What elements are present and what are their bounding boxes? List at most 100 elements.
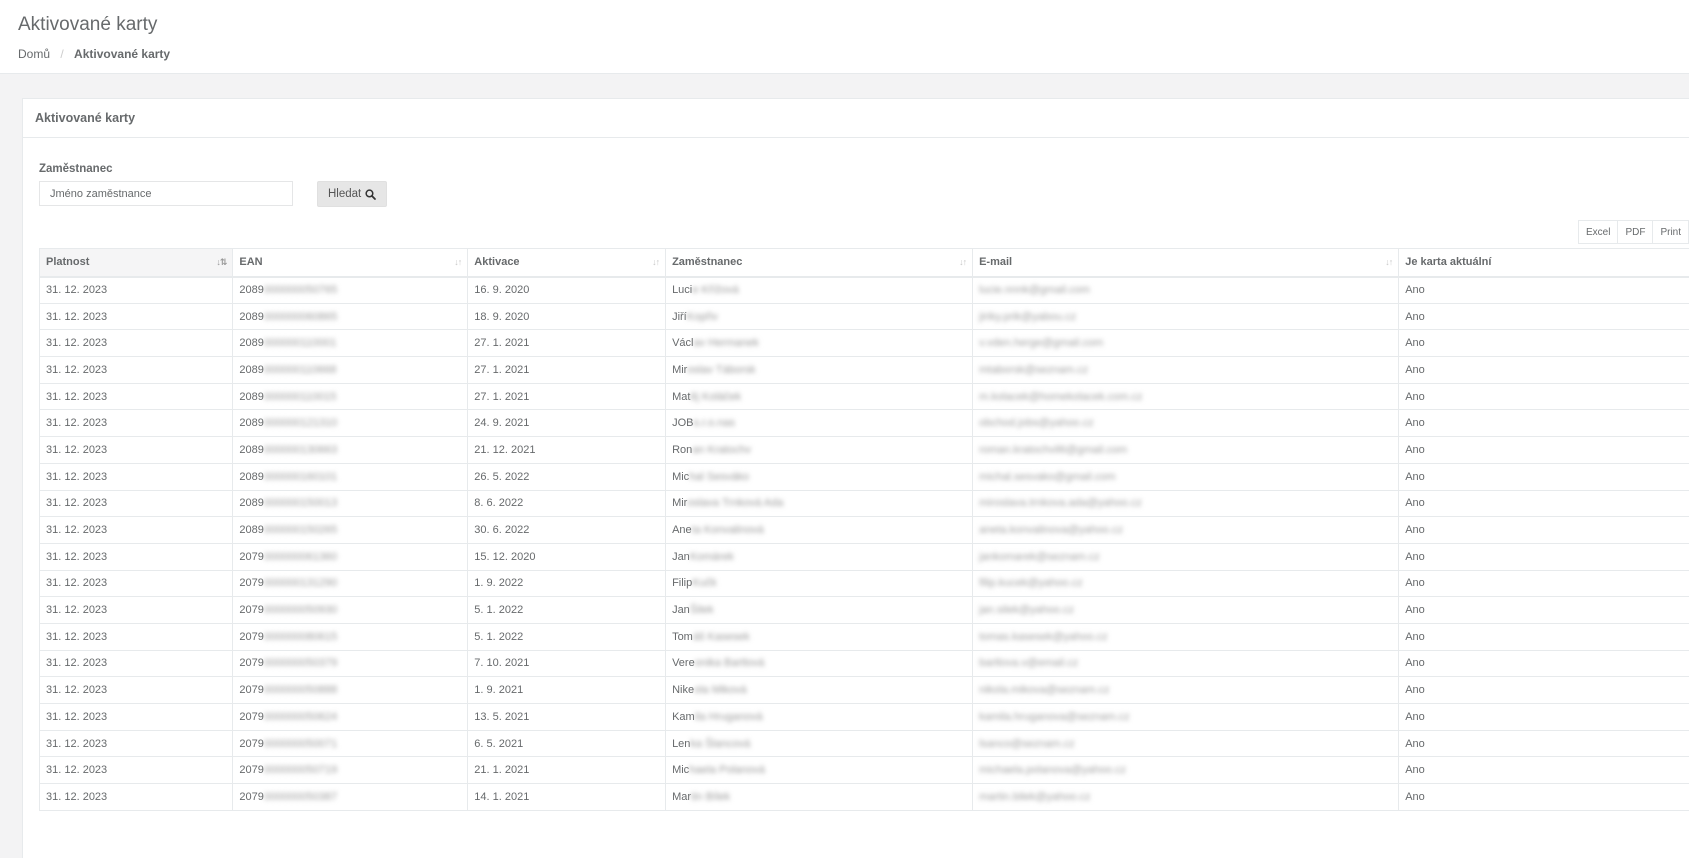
cell-zamestnanec: Miroslav Táborsk bbox=[666, 357, 973, 384]
table-row: 31. 12. 2023208900000016010126. 5. 2022M… bbox=[40, 463, 1689, 490]
cell-platnost: 31. 12. 2023 bbox=[40, 623, 233, 650]
table-row: 31. 12. 202320890000001500138. 6. 2022Mi… bbox=[40, 490, 1689, 517]
cell-email: michaela.polanova@yahoo.cz bbox=[973, 757, 1399, 784]
name-redacted: oslav Táborsk bbox=[687, 364, 755, 376]
ean-redacted: 000000050930 bbox=[264, 604, 337, 616]
table-row: 31. 12. 2023207900000005062413. 5. 2021K… bbox=[40, 704, 1689, 731]
cell-aktualni: Ano bbox=[1399, 303, 1689, 330]
name-visible: Jan bbox=[672, 604, 690, 616]
cell-platnost: 31. 12. 2023 bbox=[40, 677, 233, 704]
cell-ean: 2079000000050930 bbox=[233, 597, 468, 624]
table-row: 31. 12. 2023208900000005076516. 9. 2020L… bbox=[40, 277, 1689, 304]
cell-ean: 2089000000110668 bbox=[233, 357, 468, 384]
name-visible: Mat bbox=[672, 391, 690, 403]
column-header-zamestnanec[interactable]: Zaměstnanec↓↑ bbox=[666, 249, 973, 277]
print-button[interactable]: Print bbox=[1652, 220, 1689, 244]
sort-icon: ↓↑ bbox=[454, 257, 461, 267]
cell-email: martin.bilek@yahoo.cz bbox=[973, 784, 1399, 811]
email-redacted: nikola.mikova@seznam.cz bbox=[979, 684, 1109, 696]
cell-zamestnanec: Michaela Polanová bbox=[666, 757, 973, 784]
ean-redacted: 000000110015 bbox=[264, 391, 337, 403]
name-redacted: áš Kasesek bbox=[693, 631, 750, 643]
cell-email: jan.silek@yahoo.cz bbox=[973, 597, 1399, 624]
cell-zamestnanec: Jan Šilek bbox=[666, 597, 973, 624]
name-redacted: onika Bartlová bbox=[695, 657, 765, 669]
cell-aktualni: Ano bbox=[1399, 730, 1689, 757]
ean-visible: 2079 bbox=[239, 551, 263, 563]
name-redacted: Šilek bbox=[690, 604, 714, 616]
cell-aktivace: 27. 1. 2021 bbox=[468, 330, 666, 357]
ean-redacted: 000000061360 bbox=[264, 551, 337, 563]
cell-email: jiriky.prik@yabou.cz bbox=[973, 303, 1399, 330]
pdf-export-button[interactable]: PDF bbox=[1617, 220, 1653, 244]
ean-visible: 2079 bbox=[239, 577, 263, 589]
cell-zamestnanec: Lucie Křížová bbox=[666, 277, 973, 304]
table-row: 31. 12. 2023207900000006136015. 12. 2020… bbox=[40, 543, 1689, 570]
cell-ean: 2079000000080615 bbox=[233, 623, 468, 650]
column-header-platnost[interactable]: Platnost↓⇅ bbox=[40, 249, 233, 277]
cell-ean: 2079000000050379 bbox=[233, 650, 468, 677]
cell-email: roman.kratochvil6@gmail.com bbox=[973, 437, 1399, 464]
email-redacted: tomas.kasesek@yahoo.cz bbox=[979, 631, 1108, 643]
column-header-label: E-mail bbox=[979, 256, 1012, 268]
cell-ean: 2079000000061360 bbox=[233, 543, 468, 570]
name-redacted: s.r.o.nas bbox=[693, 417, 735, 429]
cell-ean: 2089000000050765 bbox=[233, 277, 468, 304]
column-header-aktualni[interactable]: Je karta aktuální↓↑ bbox=[1399, 249, 1689, 277]
cell-ean: 2079000000050888 bbox=[233, 677, 468, 704]
ean-redacted: 000000160101 bbox=[264, 471, 337, 483]
email-redacted: michal.sesvako@gmail.com bbox=[979, 471, 1116, 483]
search-icon bbox=[365, 189, 376, 200]
table-row: 31. 12. 2023208900000006086518. 9. 2020J… bbox=[40, 303, 1689, 330]
cell-aktivace: 13. 5. 2021 bbox=[468, 704, 666, 731]
cell-aktualni: Ano bbox=[1399, 570, 1689, 597]
cell-aktualni: Ano bbox=[1399, 410, 1689, 437]
name-redacted: ila Hruganová bbox=[695, 711, 763, 723]
cell-aktualni: Ano bbox=[1399, 757, 1689, 784]
column-header-aktivace[interactable]: Aktivace↓↑ bbox=[468, 249, 666, 277]
cell-ean: 2089000000150265 bbox=[233, 517, 468, 544]
name-redacted: Komárek bbox=[690, 551, 734, 563]
ean-visible: 2089 bbox=[239, 471, 263, 483]
cell-email: nikola.mikova@seznam.cz bbox=[973, 677, 1399, 704]
cell-aktivace: 14. 1. 2021 bbox=[468, 784, 666, 811]
cell-aktualni: Ano bbox=[1399, 704, 1689, 731]
table-row: 31. 12. 202320790000000806155. 1. 2022To… bbox=[40, 623, 1689, 650]
cell-platnost: 31. 12. 2023 bbox=[40, 757, 233, 784]
ean-redacted: 000000050387 bbox=[264, 791, 337, 803]
ean-redacted: 000000121310 bbox=[264, 417, 337, 429]
cell-platnost: 31. 12. 2023 bbox=[40, 490, 233, 517]
cell-zamestnanec: Kamila Hruganová bbox=[666, 704, 973, 731]
column-header-email[interactable]: E-mail↓↑ bbox=[973, 249, 1399, 277]
table-row: 31. 12. 2023208900000011066827. 1. 2021M… bbox=[40, 357, 1689, 384]
cell-aktivace: 18. 9. 2020 bbox=[468, 303, 666, 330]
cell-aktivace: 26. 5. 2022 bbox=[468, 463, 666, 490]
cell-platnost: 31. 12. 2023 bbox=[40, 517, 233, 544]
ean-visible: 2079 bbox=[239, 684, 263, 696]
search-button[interactable]: Hledat bbox=[317, 181, 387, 207]
ean-visible: 2089 bbox=[239, 364, 263, 376]
cell-ean: 2079000000050719 bbox=[233, 757, 468, 784]
ean-visible: 2089 bbox=[239, 497, 263, 509]
table-body: 31. 12. 2023208900000005076516. 9. 2020L… bbox=[40, 277, 1689, 811]
name-visible: Jiří bbox=[672, 311, 687, 323]
cell-aktualni: Ano bbox=[1399, 277, 1689, 304]
breadcrumb-home-link[interactable]: Domů bbox=[18, 47, 50, 61]
employee-name-input[interactable] bbox=[39, 181, 293, 206]
ean-redacted: 000000050624 bbox=[264, 711, 337, 723]
name-visible: Nike bbox=[672, 684, 694, 696]
cell-platnost: 31. 12. 2023 bbox=[40, 704, 233, 731]
cell-aktualni: Ano bbox=[1399, 784, 1689, 811]
excel-export-button[interactable]: Excel bbox=[1578, 220, 1618, 244]
email-redacted: lucie.nnnk@gmail.com bbox=[979, 284, 1090, 296]
name-visible: Mir bbox=[672, 497, 687, 509]
name-visible: Mic bbox=[672, 471, 689, 483]
name-visible: Mir bbox=[672, 364, 687, 376]
column-header-label: EAN bbox=[239, 256, 262, 268]
cell-aktivace: 15. 12. 2020 bbox=[468, 543, 666, 570]
cell-email: lucie.nnnk@gmail.com bbox=[973, 277, 1399, 304]
ean-redacted: 000000060865 bbox=[264, 311, 337, 323]
name-visible: Ron bbox=[672, 444, 692, 456]
cell-aktivace: 24. 9. 2021 bbox=[468, 410, 666, 437]
column-header-ean[interactable]: EAN ↓↑ bbox=[233, 249, 468, 277]
